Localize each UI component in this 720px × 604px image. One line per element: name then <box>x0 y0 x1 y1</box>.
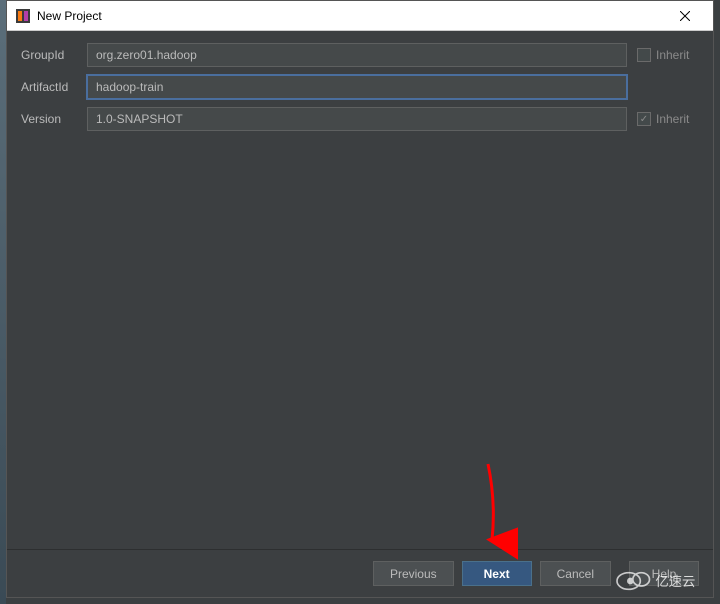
titlebar: New Project <box>7 1 713 31</box>
groupid-inherit-checkbox[interactable] <box>637 48 651 62</box>
window-title: New Project <box>37 9 665 23</box>
previous-button[interactable]: Previous <box>373 561 454 586</box>
artifactid-input[interactable] <box>87 75 627 99</box>
groupid-inherit-label: Inherit <box>656 48 689 62</box>
new-project-dialog: New Project GroupId Inherit ArtifactId V… <box>6 0 714 598</box>
cancel-button[interactable]: Cancel <box>540 561 611 586</box>
groupid-row: GroupId Inherit <box>21 43 699 67</box>
artifactid-label: ArtifactId <box>21 80 77 94</box>
help-button[interactable]: Help <box>629 561 699 586</box>
artifactid-row: ArtifactId <box>21 75 699 99</box>
dialog-footer: Previous Next Cancel Help <box>7 549 713 597</box>
version-inherit-label: Inherit <box>656 112 689 126</box>
app-icon <box>15 8 31 24</box>
version-input[interactable] <box>87 107 627 131</box>
dialog-content: GroupId Inherit ArtifactId Version Inher… <box>7 31 713 549</box>
version-inherit-checkbox[interactable] <box>637 112 651 126</box>
next-button[interactable]: Next <box>462 561 532 586</box>
close-button[interactable] <box>665 1 705 31</box>
groupid-input[interactable] <box>87 43 627 67</box>
groupid-label: GroupId <box>21 48 77 62</box>
version-label: Version <box>21 112 77 126</box>
version-row: Version Inherit <box>21 107 699 131</box>
